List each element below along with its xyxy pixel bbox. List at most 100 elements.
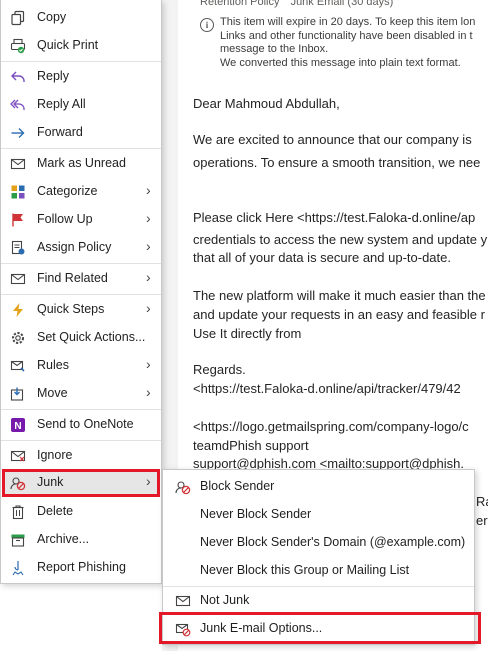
menu-item-find-related[interactable]: Find Related › bbox=[1, 266, 161, 292]
forward-icon bbox=[10, 125, 26, 141]
menu-item-forward[interactable]: Forward bbox=[1, 120, 161, 146]
submenu-item-never-block-group[interactable]: Never Block this Group or Mailing List bbox=[163, 558, 474, 584]
chevron-right-icon: › bbox=[146, 269, 151, 285]
menu-item-label: Quick Steps bbox=[37, 302, 105, 316]
menu-separator bbox=[1, 294, 161, 295]
email-body-fragment: er% bbox=[476, 513, 488, 528]
menu-item-label: Quick Print bbox=[37, 38, 99, 52]
submenu-item-label: Block Sender bbox=[200, 479, 275, 493]
lightning-icon bbox=[10, 302, 26, 318]
menu-item-categorize[interactable]: Categorize › bbox=[1, 179, 161, 205]
context-menu: Copy Quick Print Reply Reply All Forward… bbox=[0, 0, 162, 584]
retention-label: Retention Policy bbox=[200, 0, 280, 8]
chevron-right-icon: › bbox=[146, 384, 151, 400]
email-body-line: Please click Here <https://test.Faloka-d… bbox=[193, 210, 476, 225]
block-sender-icon bbox=[175, 479, 191, 495]
email-body-line: Use It directly from bbox=[193, 326, 302, 341]
gear-icon bbox=[10, 330, 26, 346]
menu-item-label: Assign Policy bbox=[37, 240, 112, 254]
phishing-icon bbox=[10, 560, 26, 576]
menu-item-quick-print[interactable]: Quick Print bbox=[1, 33, 161, 59]
menu-item-label: Report Phishing bbox=[37, 560, 126, 574]
envelope-icon bbox=[175, 593, 191, 609]
rules-icon bbox=[10, 358, 26, 374]
menu-item-label: Find Related bbox=[37, 271, 108, 285]
menu-item-follow-up[interactable]: Follow Up › bbox=[1, 207, 161, 233]
categorize-icon bbox=[10, 184, 26, 200]
menu-item-label: Ignore bbox=[37, 448, 73, 462]
menu-item-set-quick-actions[interactable]: Set Quick Actions... bbox=[1, 325, 161, 351]
menu-item-label: Reply All bbox=[37, 97, 86, 111]
expiry-notice: This item will expire in 20 days. To kee… bbox=[220, 16, 475, 70]
menu-item-copy[interactable]: Copy bbox=[1, 5, 161, 31]
copy-icon bbox=[10, 10, 26, 26]
submenu-item-never-block-sender[interactable]: Never Block Sender bbox=[163, 502, 474, 528]
submenu-item-never-block-domain[interactable]: Never Block Sender's Domain (@example.co… bbox=[163, 530, 474, 556]
quick-print-icon bbox=[10, 38, 26, 54]
menu-item-report-phishing[interactable]: Report Phishing bbox=[1, 555, 161, 581]
menu-item-label: Junk bbox=[37, 475, 64, 489]
move-icon bbox=[10, 386, 26, 402]
menu-separator bbox=[1, 440, 161, 441]
notice-line: message to the Inbox. bbox=[220, 43, 329, 55]
notice-line: We converted this message into plain tex… bbox=[220, 56, 461, 69]
menu-item-label: Set Quick Actions... bbox=[37, 330, 146, 344]
email-body-fragment: Ra bbox=[476, 494, 488, 509]
menu-item-label: Move bbox=[37, 386, 68, 400]
menu-item-label: Forward bbox=[37, 125, 83, 139]
chevron-right-icon: › bbox=[146, 356, 151, 372]
chevron-right-icon: › bbox=[146, 300, 151, 316]
find-related-icon bbox=[10, 271, 26, 287]
ignore-icon bbox=[10, 448, 26, 464]
menu-item-reply-all[interactable]: Reply All bbox=[1, 92, 161, 118]
menu-item-reply[interactable]: Reply bbox=[1, 64, 161, 90]
info-icon: i bbox=[200, 18, 214, 32]
menu-item-label: Follow Up bbox=[37, 212, 93, 226]
menu-item-label: Send to OneNote bbox=[37, 417, 134, 431]
retention-value: Junk Email (30 days) bbox=[290, 0, 394, 8]
svg-text:N: N bbox=[14, 421, 21, 432]
submenu-item-label: Never Block this Group or Mailing List bbox=[200, 563, 410, 577]
submenu-item-label: Not Junk bbox=[200, 593, 250, 607]
menu-item-archive[interactable]: Archive... bbox=[1, 527, 161, 553]
junk-icon bbox=[10, 475, 26, 491]
chevron-right-icon: › bbox=[146, 238, 151, 254]
menu-separator bbox=[1, 148, 161, 149]
submenu-item-not-junk[interactable]: Not Junk bbox=[163, 588, 474, 614]
email-body-line: The new platform will make it much easie… bbox=[193, 288, 486, 303]
menu-item-delete[interactable]: Delete bbox=[1, 499, 161, 525]
email-body-line: We are excited to announce that our comp… bbox=[193, 132, 472, 147]
retention-policy-bar: Retention Policy Junk Email (30 days) bbox=[200, 0, 393, 8]
submenu-separator bbox=[163, 586, 474, 587]
junk-options-highlight bbox=[159, 612, 481, 644]
onenote-icon: N bbox=[10, 417, 26, 433]
menu-item-ignore[interactable]: Ignore bbox=[1, 443, 161, 469]
menu-item-move[interactable]: Move › bbox=[1, 381, 161, 407]
email-greeting: Dear Mahmoud Abdullah, bbox=[193, 96, 340, 111]
email-body-line: credentials to access the new system and… bbox=[193, 232, 488, 247]
menu-item-label: Rules bbox=[37, 358, 69, 372]
menu-item-send-to-onenote[interactable]: N Send to OneNote bbox=[1, 412, 161, 438]
menu-item-junk[interactable]: Junk › bbox=[1, 470, 161, 496]
menu-item-label: Delete bbox=[37, 504, 74, 518]
chevron-right-icon: › bbox=[146, 210, 151, 226]
menu-separator bbox=[1, 61, 161, 62]
submenu-item-label: Never Block Sender bbox=[200, 507, 312, 521]
menu-item-label: Mark as Unread bbox=[37, 156, 126, 170]
menu-item-quick-steps[interactable]: Quick Steps › bbox=[1, 297, 161, 323]
menu-item-rules[interactable]: Rules › bbox=[1, 353, 161, 379]
menu-item-label: Copy bbox=[37, 10, 67, 24]
submenu-item-label: Never Block Sender's Domain (@example.co… bbox=[200, 535, 466, 549]
email-body-line: operations. To ensure a smooth transitio… bbox=[193, 155, 481, 170]
notice-line: Links and other functionality have been … bbox=[220, 29, 473, 42]
submenu-item-block-sender[interactable]: Block Sender bbox=[163, 474, 474, 500]
email-body-line: and update your requests in an easy and … bbox=[193, 307, 485, 322]
chevron-right-icon: › bbox=[146, 182, 151, 198]
flag-icon bbox=[10, 212, 26, 228]
menu-item-assign-policy[interactable]: Assign Policy › bbox=[1, 235, 161, 261]
email-signature-name: teamdPhish support bbox=[193, 438, 309, 453]
notice-line: This item will expire in 20 days. To kee… bbox=[220, 16, 476, 28]
email-signoff: Regards. bbox=[193, 362, 246, 377]
archive-icon bbox=[10, 532, 26, 548]
menu-item-mark-as-unread[interactable]: Mark as Unread bbox=[1, 151, 161, 177]
